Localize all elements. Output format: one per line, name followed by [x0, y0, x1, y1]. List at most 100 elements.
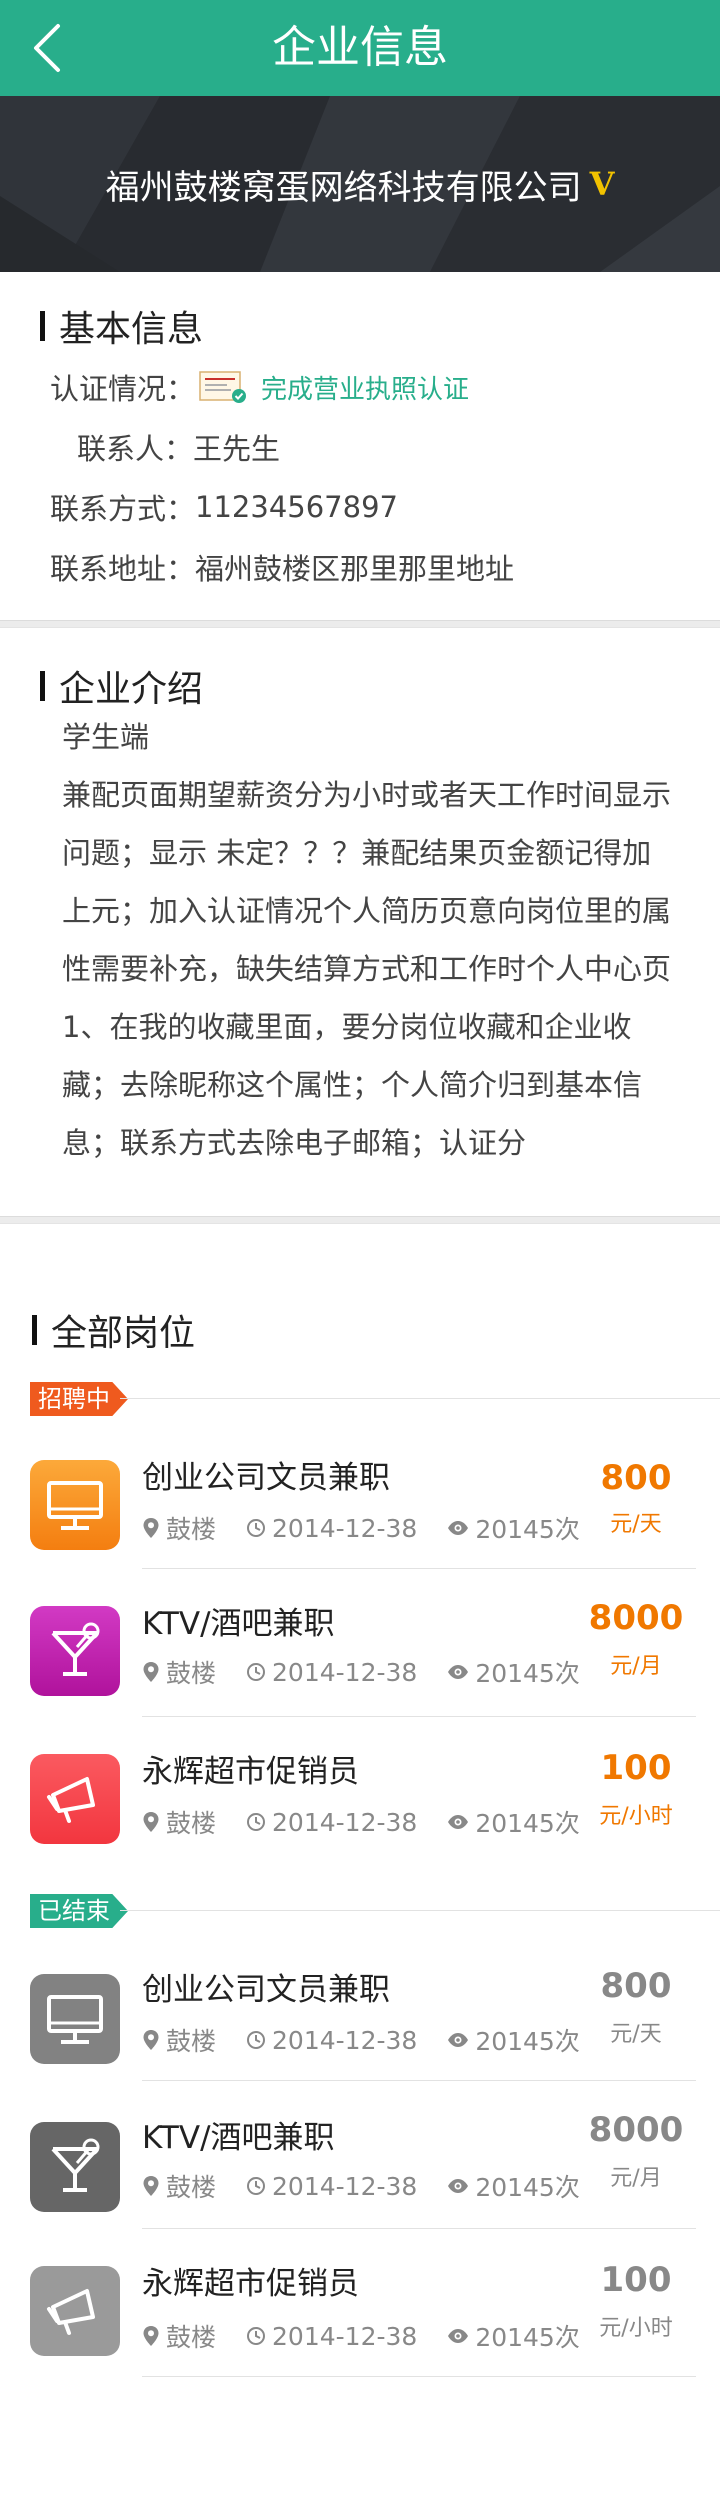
job-item[interactable]: 创业公司文员兼职 鼓楼 2014-12-38 20145次 800 元/天 [0, 1422, 720, 1570]
section-divider [0, 620, 720, 628]
job-views: 20145次 [447, 1804, 580, 1840]
group-divider [120, 1910, 720, 1911]
job-views: 20145次 [447, 2022, 580, 2058]
clock-icon [247, 2327, 266, 2345]
basic-info-title: 基本信息 [40, 304, 203, 350]
megaphone-icon [30, 2266, 120, 2356]
job-date: 2014-12-38 [246, 1658, 417, 1687]
job-meta: 鼓楼 2014-12-38 20145次 [142, 2022, 610, 2058]
job-date-text: 2014-12-38 [272, 1657, 418, 1687]
job-item[interactable]: KTV/酒吧兼职 鼓楼 2014-12-38 20145次 8000 元/月 [0, 2082, 720, 2230]
chevron-left-icon [34, 24, 60, 72]
job-date: 2014-12-38 [246, 1808, 417, 1837]
job-price: 800 [600, 1966, 672, 2006]
address-label: 联系地址： [50, 552, 196, 586]
job-location: 鼓楼 [142, 2318, 216, 2354]
job-price: 100 [600, 2260, 672, 2300]
job-location: 鼓楼 [142, 1654, 216, 1690]
job-location-text: 鼓楼 [166, 2323, 217, 2352]
jobs-title: 全部岗位 [32, 1308, 195, 1354]
cert-status: 完成营业执照认证 [261, 374, 470, 405]
eye-icon [448, 1521, 469, 1535]
job-title: 永辉超市促销员 [142, 1754, 359, 1790]
job-price-unit: 元/天 [610, 2022, 662, 2047]
intro-title: 企业介绍 [40, 664, 203, 710]
job-date: 2014-12-38 [246, 2026, 417, 2055]
company-name-row: 福州鼓楼窝蛋网络科技有限公司 V [0, 96, 720, 272]
back-button[interactable] [24, 20, 80, 76]
location-pin-icon [143, 2030, 159, 2050]
license-certificate-icon [199, 370, 249, 404]
job-title: 创业公司文员兼职 [142, 1972, 390, 2008]
company-banner: 福州鼓楼窝蛋网络科技有限公司 V [0, 96, 720, 272]
location-pin-icon [143, 1662, 159, 1682]
job-location-text: 鼓楼 [166, 1659, 217, 1688]
job-views-text: 20145次 [475, 1809, 580, 1838]
job-meta: 鼓楼 2014-12-38 20145次 [142, 1510, 610, 1546]
job-views-text: 20145次 [475, 1659, 580, 1688]
section-divider [0, 1216, 720, 1224]
contact-row: 联系人： 王先生 [77, 426, 280, 468]
job-divider [142, 1568, 696, 1569]
tag-hiring: 招聘中 [30, 1382, 128, 1416]
cocktail-icon [30, 2122, 120, 2212]
job-location-text: 鼓楼 [166, 2173, 217, 2202]
monitor-icon [30, 1460, 120, 1550]
contact-value: 王先生 [193, 432, 281, 466]
intro-title-text: 企业介绍 [59, 669, 204, 710]
job-views: 20145次 [447, 1510, 580, 1546]
location-pin-icon [143, 1518, 159, 1538]
job-price: 8000 [588, 1598, 684, 1638]
page-title: 企业信息 [272, 22, 448, 73]
job-date-text: 2014-12-38 [272, 1807, 418, 1837]
clock-icon [247, 2031, 266, 2049]
job-divider [142, 2376, 696, 2377]
address-row: 联系地址： 福州鼓楼区那里那里地址 [50, 546, 514, 588]
monitor-icon [30, 1974, 120, 2064]
job-location-text: 鼓楼 [166, 1515, 217, 1544]
job-price-unit: 元/小时 [599, 1804, 673, 1829]
job-item[interactable]: 永辉超市促销员 鼓楼 2014-12-38 20145次 100 元/小时 [0, 2230, 720, 2378]
job-item[interactable]: KTV/酒吧兼职 鼓楼 2014-12-38 20145次 8000 元/月 [0, 1570, 720, 1718]
job-item[interactable]: 创业公司文员兼职 鼓楼 2014-12-38 20145次 800 元/天 [0, 1934, 720, 2082]
job-views: 20145次 [447, 1654, 580, 1690]
job-views-text: 20145次 [475, 2027, 580, 2056]
job-views: 20145次 [447, 2318, 580, 2354]
clock-icon [247, 1813, 266, 1831]
eye-icon [448, 1815, 469, 1829]
job-divider [142, 2080, 696, 2081]
location-pin-icon [143, 2176, 159, 2196]
job-divider [142, 2228, 696, 2229]
job-views-text: 20145次 [475, 2323, 580, 2352]
cert-row: 认证情况： 完成营业执照认证 [50, 366, 469, 408]
job-price-unit: 元/小时 [599, 2316, 673, 2341]
job-date-text: 2014-12-38 [272, 2025, 418, 2055]
job-price-unit: 元/天 [610, 1512, 662, 1537]
job-price: 8000 [588, 2110, 684, 2150]
phone-value[interactable]: 11234567897 [195, 490, 398, 524]
eye-icon [448, 1665, 469, 1679]
job-date-text: 2014-12-38 [272, 2321, 418, 2351]
job-meta: 鼓楼 2014-12-38 20145次 [142, 1654, 610, 1690]
job-price: 800 [600, 1458, 672, 1498]
eye-icon [448, 2329, 469, 2343]
job-price: 100 [600, 1748, 672, 1788]
address-value: 福州鼓楼区那里那里地址 [195, 552, 515, 586]
megaphone-icon [30, 1754, 120, 1844]
job-location: 鼓楼 [142, 1804, 216, 1840]
job-date-text: 2014-12-38 [272, 1513, 418, 1543]
location-pin-icon [143, 2326, 159, 2346]
job-price-unit: 元/月 [610, 2166, 662, 2191]
job-date: 2014-12-38 [246, 1514, 417, 1543]
company-name: 福州鼓楼窝蛋网络科技有限公司 [105, 167, 582, 208]
group-divider [120, 1398, 720, 1399]
job-item[interactable]: 永辉超市促销员 鼓楼 2014-12-38 20145次 100 元/小时 [0, 1718, 720, 1866]
job-location: 鼓楼 [142, 2022, 216, 2058]
phone-row: 联系方式： 11234567897 [50, 486, 398, 528]
phone-label: 联系方式： [50, 492, 196, 526]
cert-label: 认证情况： [50, 372, 196, 406]
job-meta: 鼓楼 2014-12-38 20145次 [142, 1804, 610, 1840]
clock-icon [247, 1663, 266, 1681]
verified-badge: V [589, 165, 615, 203]
job-views: 20145次 [447, 2168, 580, 2204]
